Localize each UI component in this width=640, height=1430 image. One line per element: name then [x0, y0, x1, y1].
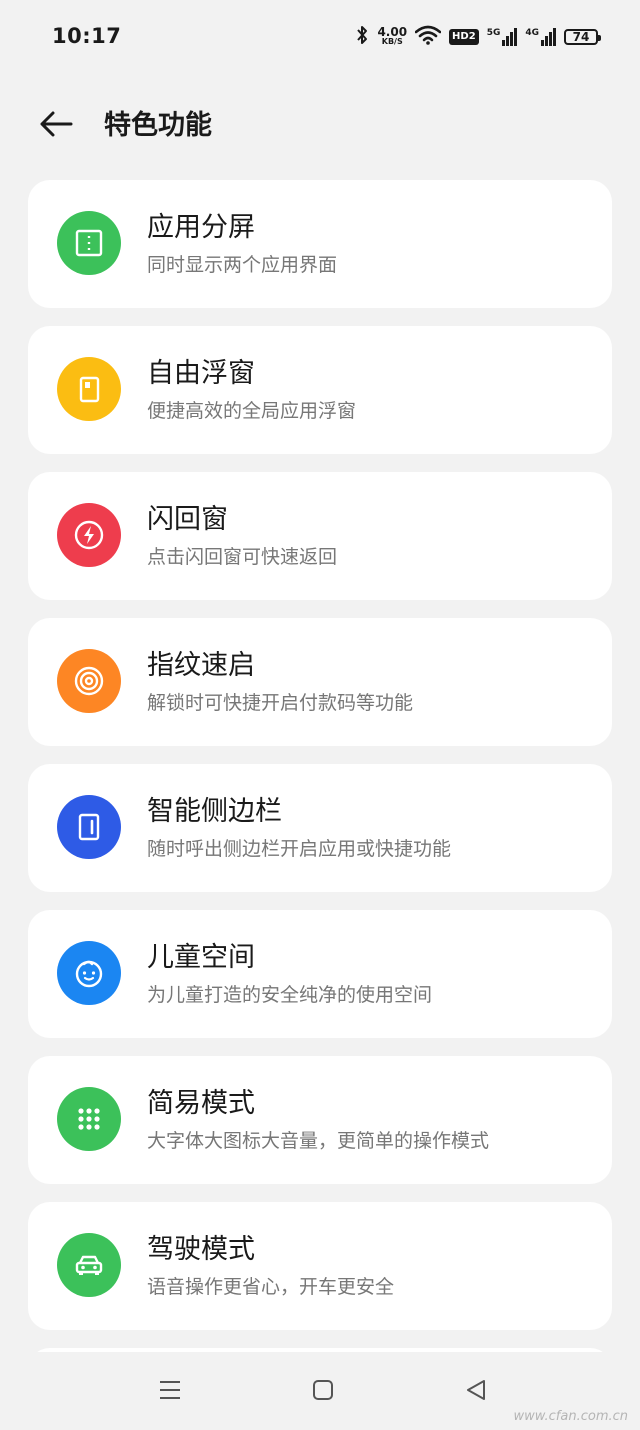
status-icons: 4.00 KB/S HD2 5G 4G 74 [355, 22, 601, 52]
feature-subtitle: 为儿童打造的安全纯净的使用空间 [147, 984, 433, 1006]
feature-subtitle: 大字体大图标大音量，更简单的操作模式 [147, 1130, 490, 1152]
feature-subtitle: 点击闪回窗可快速返回 [147, 546, 338, 568]
feature-item-driving-mode[interactable]: 驾驶模式 语音操作更省心，开车更安全 [28, 1202, 612, 1330]
feature-subtitle: 同时显示两个应用界面 [147, 254, 338, 276]
feature-title: 儿童空间 [147, 942, 255, 973]
feature-item-smart-sidebar[interactable]: 智能侧边栏 随时呼出侧边栏开启应用或快捷功能 [28, 764, 612, 892]
wifi-icon [414, 25, 442, 49]
navigation-bar: www.cfan.com.cn [0, 1352, 640, 1430]
header: 特色功能 [0, 100, 640, 154]
feature-item-kids-space[interactable]: 儿童空间 为儿童打造的安全纯净的使用空间 [28, 910, 612, 1038]
signal-bar [506, 36, 510, 46]
feature-title: 指纹速启 [147, 650, 255, 681]
page-title: 特色功能 [104, 110, 212, 141]
signal-bar [553, 28, 556, 46]
feature-subtitle: 随时呼出侧边栏开启应用或快捷功能 [147, 838, 452, 860]
net-speed-value: 4.00 [377, 25, 408, 39]
feature-subtitle: 语音操作更省心，开车更安全 [147, 1276, 395, 1298]
feature-item-floating-window[interactable]: 自由浮窗 便捷高效的全局应用浮窗 [28, 326, 612, 454]
net-speed-unit: KB/S [381, 37, 403, 46]
flash-icon [57, 503, 121, 567]
sim2-label: 4G [525, 28, 539, 38]
bluetooth-icon [355, 25, 369, 49]
signal-bar [502, 40, 506, 46]
feature-item-fingerprint-quick-launch[interactable]: 指纹速启 解锁时可快捷开启付款码等功能 [28, 618, 612, 746]
status-bar: 10:17 4.00 KB/S HD2 5G 4G 74 [0, 0, 640, 72]
feature-subtitle: 便捷高效的全局应用浮窗 [147, 400, 357, 422]
signal-bar [541, 40, 544, 46]
feature-item-split-screen[interactable]: 应用分屏 同时显示两个应用界面 [28, 180, 612, 308]
sidebar-icon [57, 795, 121, 859]
feature-list: 应用分屏 同时显示两个应用界面 自由浮窗 便捷高效的全局应用浮窗 闪回窗 点击闪… [28, 180, 612, 1388]
grid-dots-icon [57, 1087, 121, 1151]
signal-bar [514, 28, 518, 46]
split-screen-icon [57, 211, 121, 275]
signal-bar [549, 32, 552, 46]
sim1-label: 5G [486, 28, 501, 38]
menu-lines-icon [158, 1379, 182, 1405]
feature-title: 智能侧边栏 [147, 796, 282, 827]
watermark: www.cfan.com.cn [513, 1409, 628, 1424]
hd-voice-badge: HD2 [449, 29, 479, 45]
feature-title: 应用分屏 [147, 212, 255, 243]
square-icon [311, 1378, 335, 1406]
network-speed: 4.00 KB/S [377, 25, 408, 47]
child-face-icon [57, 941, 121, 1005]
feature-item-flashback-window[interactable]: 闪回窗 点击闪回窗可快速返回 [28, 472, 612, 600]
feature-title: 自由浮窗 [147, 358, 255, 389]
feature-title: 简易模式 [147, 1088, 255, 1119]
feature-title: 闪回窗 [147, 504, 228, 535]
sim1-signal: 5G [487, 28, 518, 46]
floating-window-icon [57, 357, 121, 421]
home-button[interactable] [305, 1374, 341, 1410]
status-time: 10:17 [52, 24, 122, 48]
triangle-left-icon [464, 1378, 488, 1406]
battery-icon: 74 [564, 29, 601, 45]
fingerprint-icon [57, 649, 121, 713]
back-nav-button[interactable] [458, 1374, 494, 1410]
signal-bar [545, 36, 548, 46]
recents-button[interactable] [152, 1374, 188, 1410]
signal-bar [510, 32, 514, 46]
arrow-left-icon [38, 110, 74, 142]
feature-item-simple-mode[interactable]: 简易模式 大字体大图标大音量，更简单的操作模式 [28, 1056, 612, 1184]
feature-subtitle: 解锁时可快捷开启付款码等功能 [147, 692, 414, 714]
feature-title: 驾驶模式 [147, 1234, 255, 1265]
car-icon [57, 1233, 121, 1297]
sim2-signal: 4G [525, 28, 556, 46]
back-button[interactable] [36, 108, 76, 144]
